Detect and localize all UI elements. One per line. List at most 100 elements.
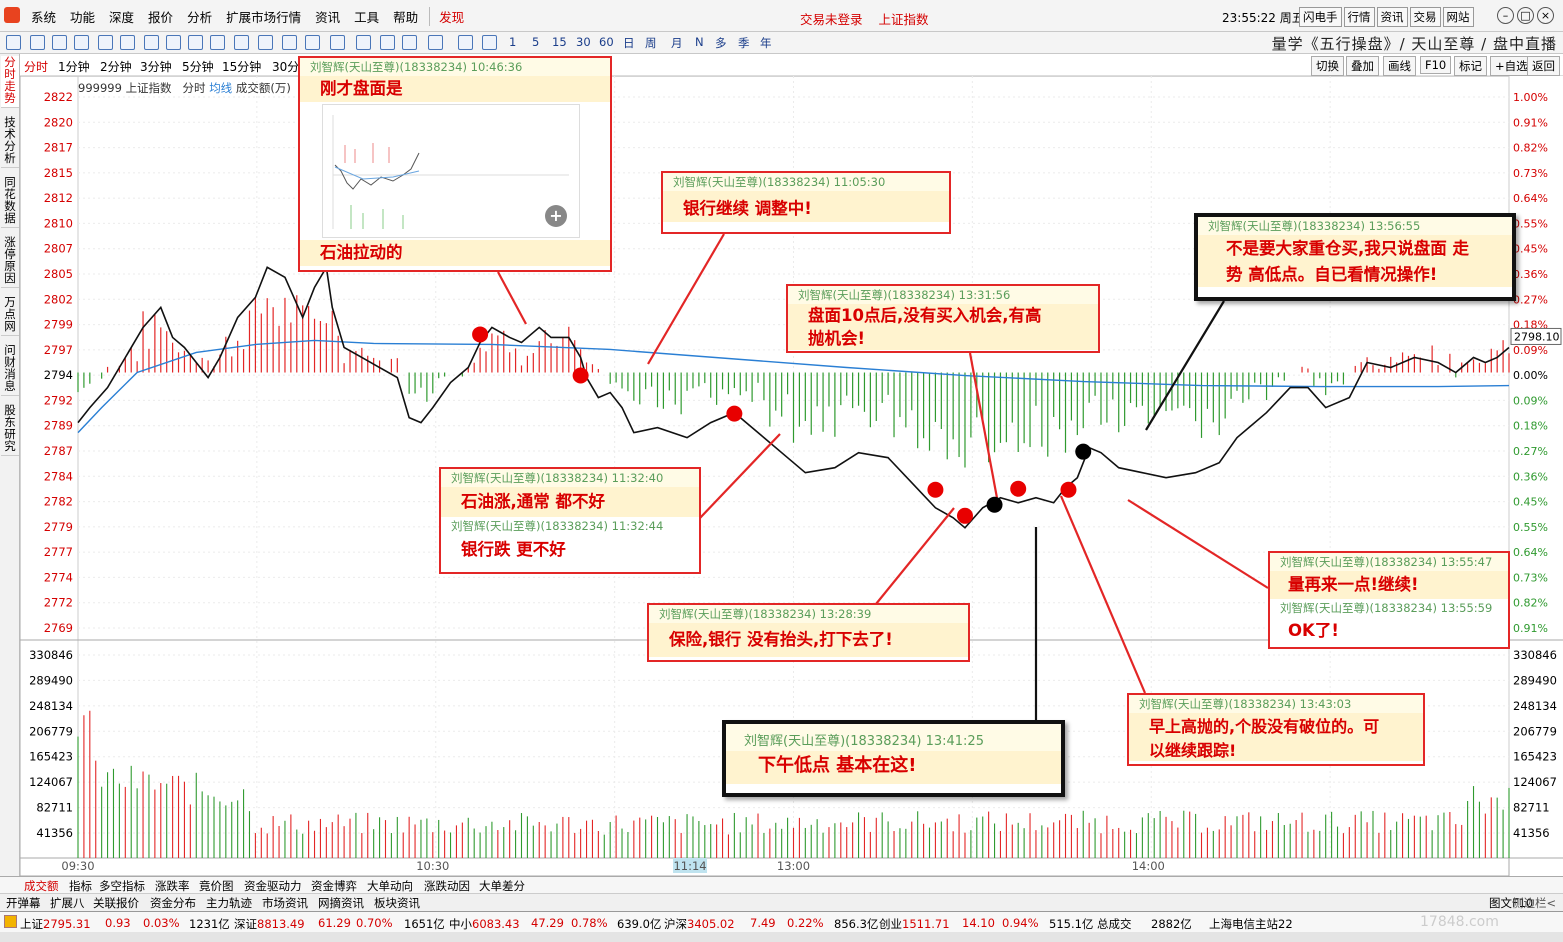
period-6[interactable]: 周 <box>645 35 657 51</box>
left-tab-6[interactable]: 股东研究 <box>1 404 19 456</box>
info-tab-7[interactable]: 板块资讯 <box>374 895 420 911</box>
period-5[interactable]: 日 <box>623 35 635 51</box>
left-tab-2[interactable]: 同花数据 <box>1 176 19 228</box>
indicator-tab-8[interactable]: 涨跌动因 <box>424 878 470 894</box>
menu-item[interactable]: 深度 <box>102 7 141 26</box>
indicator-tab-7[interactable]: 大单动向 <box>367 878 413 894</box>
info-tab-5[interactable]: 市场资讯 <box>262 895 308 911</box>
table-icon[interactable] <box>166 35 181 50</box>
pct-icon[interactable] <box>402 35 417 50</box>
top-button[interactable]: 资讯 <box>1377 7 1408 27</box>
top-button[interactable]: 网站 <box>1443 7 1474 27</box>
login-status[interactable]: 交易未登录 <box>800 12 863 27</box>
menu-discover[interactable]: 发现 <box>429 7 471 26</box>
chart-period-3[interactable]: 3分钟 <box>140 58 172 75</box>
period-7[interactable]: 月 <box>671 35 683 51</box>
menu-item[interactable]: 帮助 <box>386 7 425 26</box>
chart-button-6[interactable]: 返回 <box>1527 56 1560 76</box>
f5-icon[interactable] <box>458 35 473 50</box>
trend-icon[interactable] <box>330 35 345 50</box>
period-0[interactable]: 1 <box>509 35 516 49</box>
f2-icon[interactable] <box>258 35 273 50</box>
period-11[interactable]: 年 <box>760 35 772 51</box>
sidebar-toggle[interactable]: 侧边栏< <box>1512 895 1556 911</box>
indicator-tab-0[interactable]: 成交额 <box>24 878 59 894</box>
cy-index[interactable]: 创业1511.71 <box>879 916 950 932</box>
period-9[interactable]: 多 <box>715 35 727 51</box>
top-button[interactable]: 行情 <box>1344 7 1375 27</box>
chart-period-5[interactable]: 15分钟 <box>222 58 261 75</box>
chart-period-6[interactable]: 30分 <box>272 58 299 75</box>
chart-button-1[interactable]: 叠加 <box>1346 56 1379 76</box>
sz-index[interactable]: 深证8813.49 <box>234 916 305 932</box>
list-icon[interactable] <box>98 35 113 50</box>
info-tab-3[interactable]: 资金分布 <box>150 895 196 911</box>
current-index[interactable]: 上证指数 <box>879 12 929 27</box>
indicator-tab-1[interactable]: 指标 <box>69 878 92 894</box>
monitor-icon[interactable] <box>305 35 320 50</box>
indicator-tab-5[interactable]: 资金驱动力 <box>244 878 302 894</box>
period-2[interactable]: 15 <box>552 35 567 49</box>
chart-period-2[interactable]: 2分钟 <box>100 58 132 75</box>
horizontal-scrollbar[interactable] <box>0 932 1563 942</box>
screenshot-thumbnail[interactable]: + <box>322 104 580 238</box>
indicator-tab-9[interactable]: 大单差分 <box>479 878 525 894</box>
menu-item[interactable]: 报价 <box>141 7 180 26</box>
chart-button-3[interactable]: F10 <box>1420 56 1451 74</box>
menu-item[interactable]: 扩展市场行情 <box>219 7 308 26</box>
line-chart-icon[interactable] <box>120 35 135 50</box>
period-10[interactable]: 季 <box>738 35 750 51</box>
indicator-tab-3[interactable]: 涨跌率 <box>155 878 190 894</box>
server-name[interactable]: 上海电信主站22 <box>1209 916 1293 932</box>
menu-item[interactable]: 功能 <box>63 7 102 26</box>
left-tab-3[interactable]: 涨停原因 <box>1 236 19 288</box>
info-tab-6[interactable]: 网摘资讯 <box>318 895 364 911</box>
left-tab-4[interactable]: 万点网 <box>1 296 19 336</box>
back-icon[interactable] <box>6 35 21 50</box>
left-tab-0[interactable]: 分时走势 <box>1 56 19 108</box>
f6-icon[interactable] <box>282 35 297 50</box>
info-tab-1[interactable]: 扩展八 <box>50 895 85 911</box>
period-1[interactable]: 5 <box>532 35 539 49</box>
left-tab-1[interactable]: 技术分析 <box>1 116 19 168</box>
menu-item[interactable]: 工具 <box>347 7 386 26</box>
chart-period-4[interactable]: 5分钟 <box>182 58 214 75</box>
chart-period-1[interactable]: 1分钟 <box>58 58 90 75</box>
chart-button-0[interactable]: 切换 <box>1311 56 1344 76</box>
chart-button-2[interactable]: 画线 <box>1383 56 1416 76</box>
menu-item[interactable]: 资讯 <box>308 7 347 26</box>
info-tab-2[interactable]: 关联报价 <box>93 895 139 911</box>
left-tab-5[interactable]: 问财消息 <box>1 344 19 396</box>
close-icon[interactable]: × <box>1537 7 1554 24</box>
kline-icon[interactable] <box>144 35 159 50</box>
zx-index[interactable]: 中小6083.43 <box>449 916 520 932</box>
indicator-tab-4[interactable]: 竟价图 <box>199 878 234 894</box>
chart-period-0[interactable]: 分时 <box>24 58 48 75</box>
menu-item[interactable]: 系统 <box>24 7 63 26</box>
minimize-icon[interactable]: – <box>1497 7 1514 24</box>
top-button[interactable]: 闪电手 <box>1299 7 1342 27</box>
indicator-tab-6[interactable]: 资金博弈 <box>311 878 357 894</box>
top-button[interactable]: 交易 <box>1410 7 1441 27</box>
pen-icon[interactable] <box>428 35 443 50</box>
zoom-icon[interactable]: + <box>545 205 567 227</box>
chart-button-4[interactable]: 标记 <box>1454 56 1487 76</box>
note-icon[interactable] <box>210 35 225 50</box>
restore-icon[interactable]: □ <box>1517 7 1534 24</box>
menu-item[interactable]: 分析 <box>180 7 219 26</box>
status-icon[interactable] <box>4 915 17 928</box>
chart2-icon[interactable] <box>356 35 371 50</box>
info-tab-0[interactable]: 开弹幕 <box>6 895 41 911</box>
period-4[interactable]: 60 <box>599 35 614 49</box>
period-3[interactable]: 30 <box>576 35 591 49</box>
down-icon[interactable] <box>52 35 67 50</box>
up-icon[interactable] <box>30 35 45 50</box>
sh-index[interactable]: 上证2795.31 <box>20 916 91 932</box>
grid-icon[interactable] <box>74 35 89 50</box>
chart3-icon[interactable] <box>380 35 395 50</box>
calc-icon[interactable] <box>234 35 249 50</box>
indicator-tab-2[interactable]: 多空指标 <box>99 878 145 894</box>
info-tab-4[interactable]: 主力轨迹 <box>206 895 252 911</box>
fund-icon[interactable] <box>188 35 203 50</box>
picture-icon[interactable] <box>482 35 497 50</box>
